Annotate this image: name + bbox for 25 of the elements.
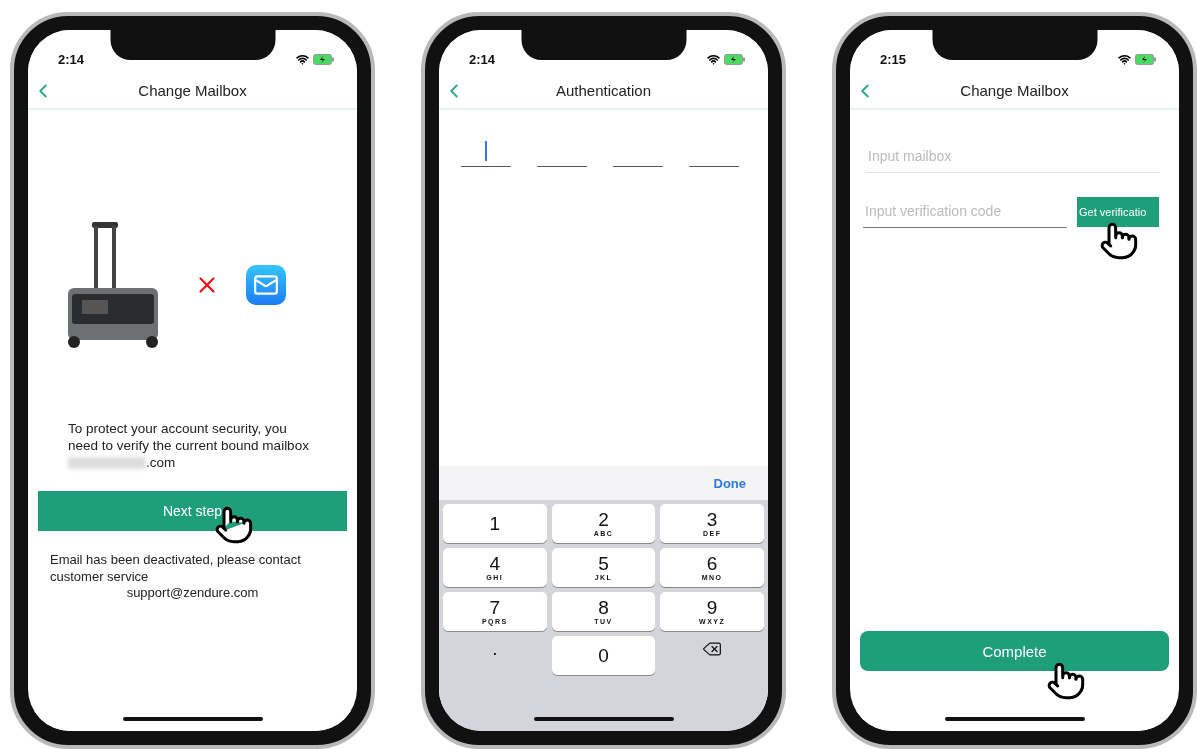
- text-cursor: [485, 141, 487, 161]
- wifi-icon: [707, 52, 720, 66]
- wifi-icon: [296, 52, 309, 66]
- screen-title: Change Mailbox: [960, 81, 1069, 99]
- verification-code-input[interactable]: Input verification code: [863, 195, 1067, 228]
- done-button[interactable]: Done: [707, 474, 752, 492]
- hand-pointer-icon: [1099, 220, 1139, 261]
- screen-title: Authentication: [555, 81, 652, 99]
- mailbox-input[interactable]: Input mailbox: [866, 140, 1160, 173]
- wifi-icon: [1118, 52, 1131, 66]
- status-time: 2:14: [58, 51, 85, 67]
- screen-title: Change Mailbox: [138, 81, 247, 99]
- keypad-key[interactable]: 1: [443, 504, 547, 543]
- hand-pointer-icon: [1046, 661, 1086, 701]
- mail-app-icon: [246, 265, 286, 305]
- email-domain: .com: [146, 455, 176, 470]
- battery-icon: [1135, 53, 1157, 65]
- status-time: 2:15: [880, 51, 907, 67]
- battery-icon: [313, 53, 335, 65]
- keypad-key[interactable]: 0: [551, 636, 656, 675]
- notice-text: To protect your account security, you need to verify the current bound mailbox: [68, 421, 309, 453]
- status-time: 2:14: [469, 51, 496, 67]
- battery-icon: [724, 53, 746, 65]
- keypad-key[interactable]: .: [443, 636, 547, 675]
- support-email: support@zendure.com: [125, 585, 260, 600]
